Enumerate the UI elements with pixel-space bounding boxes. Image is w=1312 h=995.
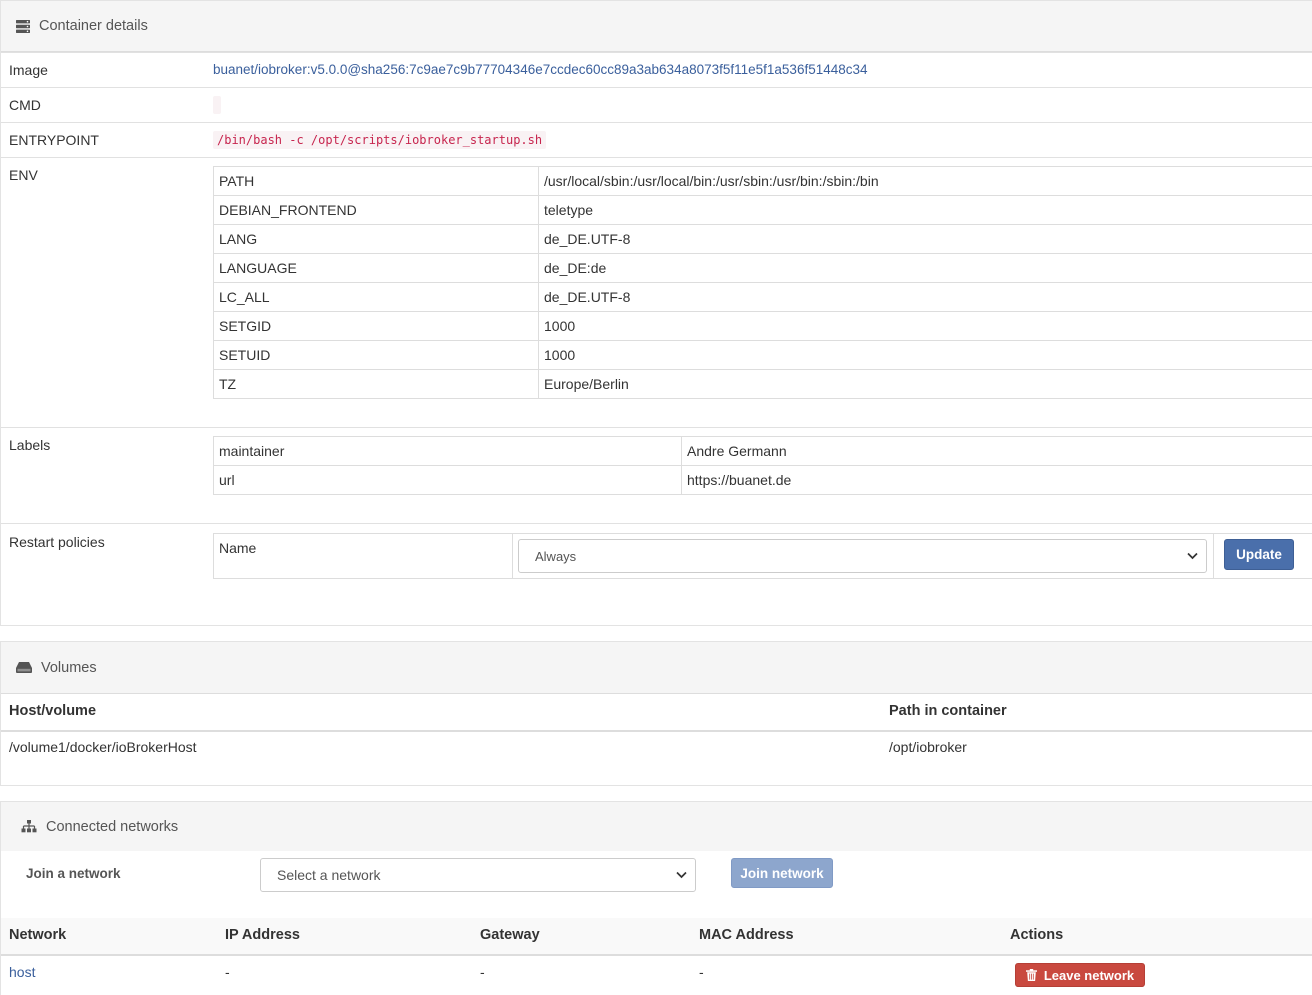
env-row-value: teletype (538, 195, 1312, 225)
server-icon (16, 19, 30, 33)
sitemap-icon (21, 820, 37, 833)
env-row: SETGID 1000 (213, 311, 1312, 341)
label-row-key: url (213, 465, 682, 495)
env-table: PATH/usr/local/sbin:/usr/local/bin:/usr/… (213, 166, 1312, 399)
env-row-key: DEBIAN_FRONTEND (213, 195, 539, 225)
env-label: ENV (9, 167, 38, 183)
update-button[interactable]: Update (1224, 539, 1294, 570)
panel-title: Volumes (41, 659, 97, 676)
label-row: url https://buanet.de (213, 465, 1312, 495)
env-row: ENV PATH/usr/local/sbin:/usr/local/bin:/… (1, 157, 1312, 427)
network-gateway: - (480, 964, 485, 980)
restart-label: Restart policies (9, 534, 105, 550)
env-row-value: 1000 (538, 340, 1312, 370)
labels-label: Labels (9, 437, 51, 453)
table-row: host - - - Leave network (1, 956, 1312, 995)
image-link[interactable]: buanet/iobroker:v5.0.0@sha256:7c9ae7c9b7… (213, 62, 868, 77)
env-row: LANG de_DE.UTF-8 (213, 224, 1312, 254)
cmd-row: CMD (1, 87, 1312, 122)
label-row-value: https://buanet.de (681, 465, 1312, 495)
label-row-key: maintainer (213, 436, 682, 466)
cmd-label: CMD (9, 97, 41, 113)
network-ip: - (225, 964, 230, 980)
leave-network-button[interactable]: Leave network (1015, 963, 1145, 987)
env-row: TZ Europe/Berlin (213, 369, 1312, 399)
env-row: DEBIAN_FRONTEND teletype (213, 195, 1312, 225)
networks-heading: Connected networks (1, 802, 1312, 851)
label-row-value: Andre Germann (681, 436, 1312, 466)
leave-network-label: Leave network (1043, 967, 1135, 983)
network-select[interactable]: Select a network (260, 858, 696, 892)
ip-header: IP Address (225, 927, 300, 943)
image-label: Image (9, 62, 48, 78)
image-row: Image buanet/iobroker:v5.0.0@sha256:7c9a… (1, 52, 1312, 87)
networks-table-header: Network IP Address Gateway MAC Address A… (1, 918, 1312, 956)
chevron-down-icon (676, 871, 687, 879)
entrypoint-label: ENTRYPOINT (9, 132, 99, 148)
mac-header: MAC Address (699, 927, 794, 943)
env-row-key: SETUID (213, 340, 539, 370)
env-row: PATH/usr/local/sbin:/usr/local/bin:/usr/… (213, 166, 1312, 196)
network-host-link[interactable]: host (9, 964, 35, 980)
join-network-label: Join a network (26, 866, 121, 881)
entrypoint-row: ENTRYPOINT /bin/bash -c /opt/scripts/iob… (1, 122, 1312, 157)
env-row-value: Europe/Berlin (538, 369, 1312, 399)
restart-policy-table: Name Always (213, 533, 1312, 579)
env-row: SETUID 1000 (213, 340, 1312, 370)
env-row-key: TZ (213, 369, 539, 399)
join-network-button[interactable]: Join network (731, 858, 833, 888)
volumes-heading: Volumes (1, 642, 1312, 694)
env-row-key: LANG (213, 224, 539, 254)
panel-title: Container details (39, 18, 148, 34)
env-row-value: de_DE.UTF-8 (538, 282, 1312, 312)
network-header: Network (9, 927, 67, 943)
env-row-key: PATH (213, 166, 539, 196)
networks-panel: Connected networks Join a network Select… (0, 801, 1312, 995)
env-row-key: LC_ALL (213, 282, 539, 312)
env-row: LANGUAGE de_DE:de (213, 253, 1312, 283)
container-details-panel: Container details Image buanet/iobroker:… (0, 0, 1312, 626)
volumes-panel: Volumes Host/volume Path in container /v… (0, 641, 1312, 786)
label-row: maintainer Andre Germann (213, 436, 1312, 466)
labels-row: Labels maintainer Andre Germann url https:/… (1, 427, 1312, 523)
env-row-key: SETGID (213, 311, 539, 341)
volume-path: /opt/iobroker (889, 739, 967, 755)
restart-policy-selected: Always (535, 548, 577, 564)
env-row-key: LANGUAGE (213, 253, 539, 283)
volume-host: /volume1/docker/ioBrokerHost (9, 739, 197, 755)
env-row: LC_ALL de_DE.UTF-8 (213, 282, 1312, 312)
table-row: /volume1/docker/ioBrokerHost /opt/iobrok… (1, 732, 1312, 768)
restart-policy-select[interactable]: Always (518, 539, 1207, 573)
path-header: Path in container (889, 703, 1007, 719)
panel-title: Connected networks (46, 818, 179, 835)
trash-icon (1025, 969, 1037, 981)
labels-table: maintainer Andre Germann url https://buanet… (213, 436, 1312, 495)
container-details-heading: Container details (1, 1, 1312, 52)
join-network-form: Join a network Select a network Join net… (1, 851, 1312, 918)
env-row-value: /usr/local/sbin:/usr/local/bin:/usr/sbin… (538, 166, 1312, 196)
actions-header: Actions (1010, 927, 1064, 943)
network-select-placeholder: Select a network (277, 867, 381, 883)
volumes-table-header: Host/volume Path in container (1, 694, 1312, 732)
restart-name-label: Name (214, 534, 513, 578)
restart-select-cell: Always (513, 534, 1214, 578)
gateway-header: Gateway (480, 927, 540, 943)
restart-row: Restart policies Name Always Update (1, 523, 1312, 627)
env-row-value: de_DE.UTF-8 (538, 224, 1312, 254)
host-volume-header: Host/volume (9, 703, 97, 719)
network-mac: - (699, 964, 704, 980)
hard-drive-icon (16, 662, 32, 673)
entrypoint-value: /bin/bash -c /opt/scripts/iobroker_start… (213, 131, 547, 149)
env-row-value: 1000 (538, 311, 1312, 341)
cmd-value (213, 96, 221, 114)
chevron-down-icon (1187, 552, 1198, 560)
env-row-value: de_DE:de (538, 253, 1312, 283)
